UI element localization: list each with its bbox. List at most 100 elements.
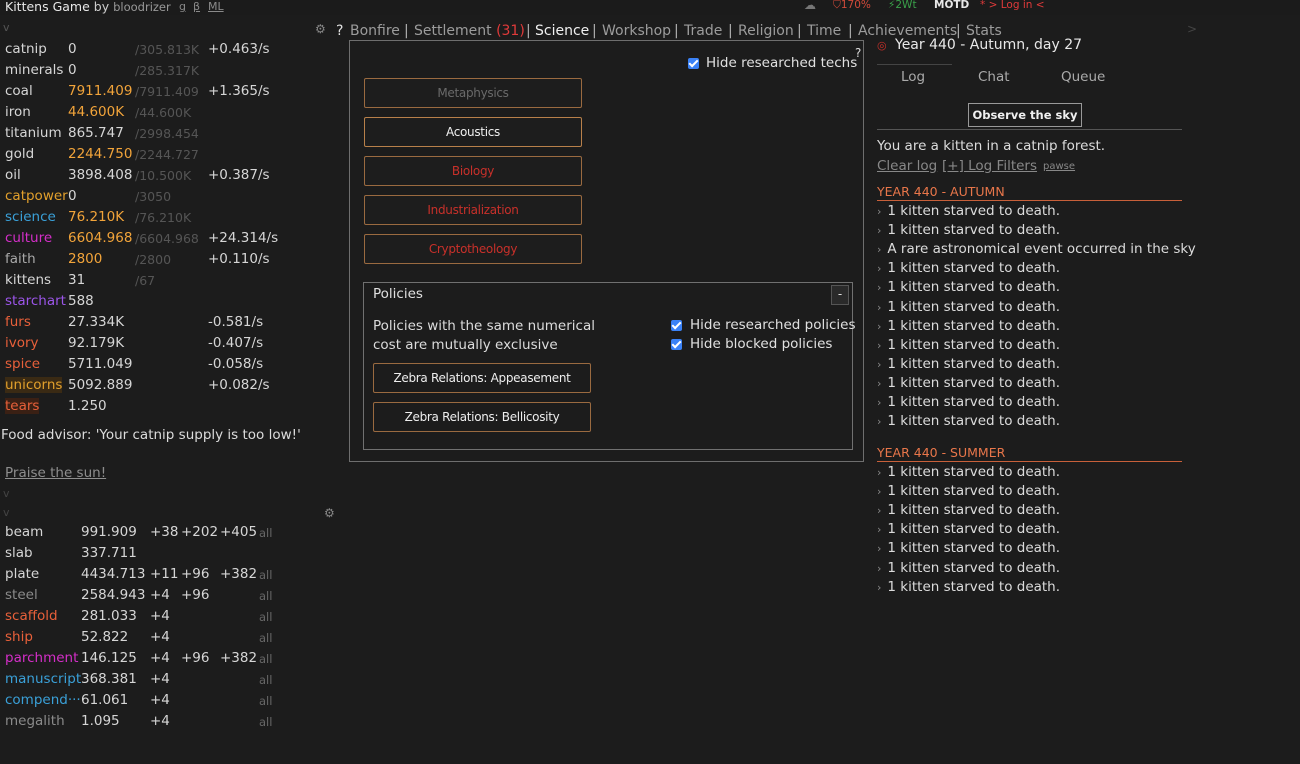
game-title: Kittens Game <box>5 0 90 14</box>
collapse-resources-icon[interactable]: v <box>3 21 10 34</box>
resource-name: furs <box>5 314 31 330</box>
resource-rate: +0.110/s <box>208 251 270 267</box>
tab-religion[interactable]: Religion <box>738 23 794 39</box>
policy-appeasement-button[interactable]: Zebra Relations: Appeasement <box>373 363 591 393</box>
tab-separator: | <box>797 23 802 39</box>
craft-value: 4434.713 <box>81 566 146 582</box>
tab-science[interactable]: Science <box>535 23 589 39</box>
log-filters-link[interactable]: [+] Log Filters <box>942 158 1037 174</box>
craft-plus-1-button[interactable]: +4 <box>150 713 170 729</box>
craft-value: 337.711 <box>81 545 137 561</box>
tech-button-acoustics[interactable]: Acoustics <box>364 117 582 147</box>
craft-plus-1-button[interactable]: +11 <box>150 566 179 582</box>
calendar-icon[interactable]: ◎ <box>877 39 887 52</box>
log-entry: › A rare astronomical event occurred in t… <box>877 241 1196 257</box>
craft-gear-icon[interactable]: ⚙ <box>324 506 335 520</box>
tech-button-biology[interactable]: Biology <box>364 156 582 186</box>
hide-blocked-policies-checkbox[interactable] <box>671 339 682 350</box>
resource-name: gold <box>5 146 35 162</box>
craft-all-button[interactable]: all <box>259 652 272 666</box>
tab-settlement[interactable]: Settlement (31) <box>414 23 525 39</box>
praise-sun-link[interactable]: Praise the sun! <box>5 465 106 481</box>
tech-button-metaphysics[interactable]: Metaphysics <box>364 78 582 108</box>
link-g[interactable]: g <box>179 0 186 13</box>
resource-row-catnip: catnip 0/305.813K +0.463/s <box>5 41 295 62</box>
tab-workshop[interactable]: Workshop <box>602 23 671 39</box>
craft-plus-1-button[interactable]: +38 <box>150 524 179 540</box>
log-entry: › 1 kitten starved to death. <box>877 540 1060 556</box>
resource-rate: +0.463/s <box>208 41 270 57</box>
resource-value: 92.179K <box>68 335 125 351</box>
log-entry-text: 1 kitten starved to death. <box>887 521 1061 538</box>
tab-queue[interactable]: Queue <box>1061 69 1105 85</box>
tech-button-industrialization[interactable]: Industrialization <box>364 195 582 225</box>
hide-researched-policies-checkbox[interactable] <box>671 320 682 331</box>
craft-plus-1-button[interactable]: +4 <box>150 629 170 645</box>
resource-max: /7911.409 <box>135 84 199 99</box>
tab-trade[interactable]: Trade <box>684 23 722 39</box>
resource-value: 31 <box>68 272 86 288</box>
craft-all-button[interactable]: all <box>259 694 272 708</box>
craft-all-button[interactable]: all <box>259 568 272 582</box>
login-link[interactable]: * > Log in < <box>980 0 1045 11</box>
resource-value: 2800 <box>68 251 103 267</box>
pause-link[interactable]: pawse <box>1043 161 1075 172</box>
resource-value: 7911.409 <box>68 83 133 99</box>
clear-log-link[interactable]: Clear log <box>877 158 937 174</box>
craft-plus-25-button[interactable]: +202 <box>181 524 218 540</box>
collapse-crafts-icon[interactable]: v <box>3 506 10 519</box>
link-beta[interactable]: β <box>193 0 200 13</box>
craft-plus-25-button[interactable]: +96 <box>181 650 210 666</box>
policy-bellicosity-button[interactable]: Zebra Relations: Bellicosity <box>373 402 591 432</box>
resource-max: /305.813K <box>135 42 200 57</box>
tab-bonfire[interactable]: Bonfire <box>350 23 400 39</box>
craft-plus-100-button[interactable]: +382 <box>220 566 257 582</box>
craft-plus-25-button[interactable]: +96 <box>181 566 210 582</box>
log-entry-text: 1 kitten starved to death. <box>887 540 1061 557</box>
resource-row-furs: furs 27.334K -0.581/s <box>5 314 295 335</box>
collapse-icon[interactable]: v <box>3 487 10 500</box>
science-panel: ? Hide researched techs Metaphysics Acous… <box>349 40 864 462</box>
by-label: by <box>93 0 110 14</box>
tab-separator: | <box>728 23 733 39</box>
help-tab[interactable]: ? <box>336 23 343 39</box>
chevron-right-icon: › <box>877 243 882 257</box>
craft-plus-1-button[interactable]: +4 <box>150 671 170 687</box>
craft-all-button[interactable]: all <box>259 610 272 624</box>
craft-plus-1-button[interactable]: +4 <box>150 608 170 624</box>
observe-sky-button[interactable]: Observe the sky <box>968 103 1082 127</box>
tab-log[interactable]: Log <box>901 69 925 85</box>
craft-plus-1-button[interactable]: +4 <box>150 650 170 666</box>
motd-button[interactable]: MOTD <box>934 0 969 11</box>
policies-note: Policies with the same numerical cost ar… <box>373 317 595 355</box>
gear-icon[interactable]: ⚙ <box>315 22 326 36</box>
app-title: Kittens Game by bloodrizer <box>5 0 171 14</box>
craft-all-button[interactable]: all <box>259 526 272 540</box>
log-entry-text: 1 kitten starved to death. <box>887 502 1061 519</box>
tech-button-cryptotheology[interactable]: Cryptotheology <box>364 234 582 264</box>
hide-researched-techs-checkbox[interactable] <box>688 58 699 69</box>
log-entry: › 1 kitten starved to death. <box>877 299 1060 315</box>
tab-time[interactable]: Time <box>807 23 841 39</box>
tab-chat[interactable]: Chat <box>978 69 1010 85</box>
policies-section: Policies - Policies with the same numeri… <box>363 282 855 450</box>
policies-collapse-button[interactable]: - <box>831 285 849 305</box>
craft-value: 1.095 <box>81 713 120 729</box>
craft-plus-100-button[interactable]: +405 <box>220 524 257 540</box>
craft-all-button[interactable]: all <box>259 589 272 603</box>
cloud-icon[interactable]: ☁ <box>804 0 816 12</box>
zoom-indicator[interactable]: ⛉170% <box>833 0 871 12</box>
top-bar: Kittens Game by bloodrizer g β ML ☁ ⛉170… <box>0 0 1300 15</box>
craft-all-button[interactable]: all <box>259 673 272 687</box>
settlement-count: (31) <box>496 23 525 39</box>
craft-plus-25-button[interactable]: +96 <box>181 587 210 603</box>
craft-plus-1-button[interactable]: +4 <box>150 587 170 603</box>
expand-right-icon[interactable]: > <box>1187 22 1197 36</box>
craft-all-button[interactable]: all <box>259 715 272 729</box>
link-ml[interactable]: ML <box>208 0 224 13</box>
craft-all-button[interactable]: all <box>259 631 272 645</box>
resource-rate: +1.365/s <box>208 83 270 99</box>
craft-plus-1-button[interactable]: +4 <box>150 692 170 708</box>
craft-plus-100-button[interactable]: +382 <box>220 650 257 666</box>
resource-row-ivory: ivory 92.179K -0.407/s <box>5 335 295 356</box>
